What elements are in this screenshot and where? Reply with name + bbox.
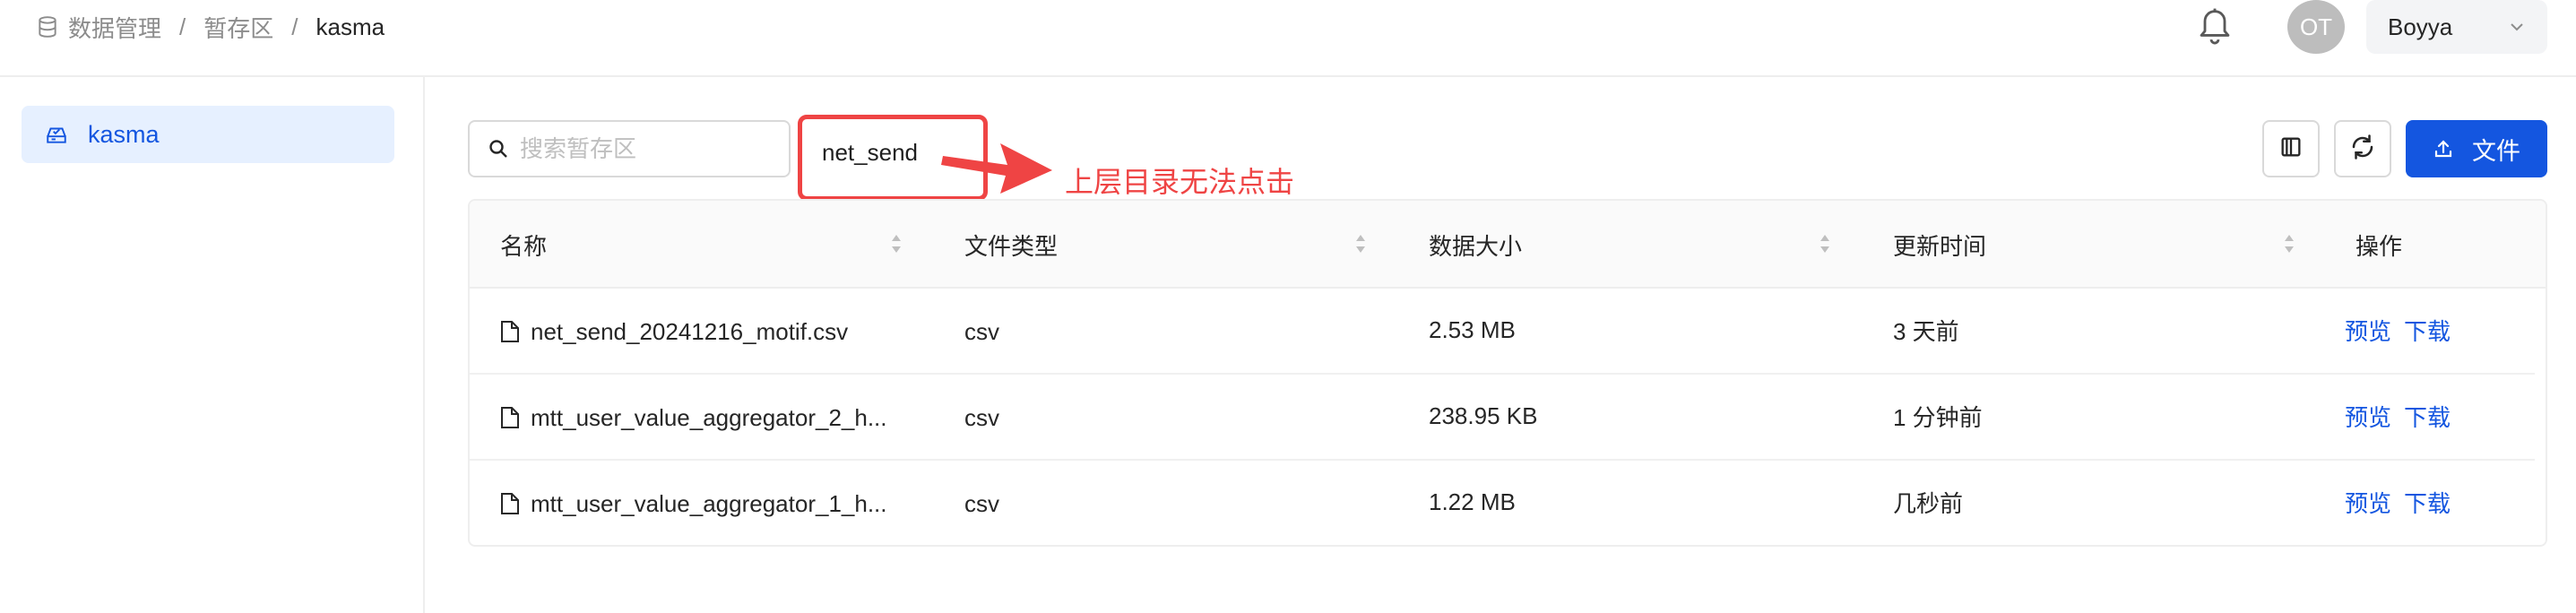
upload-file-button[interactable]: 文件 xyxy=(2406,120,2547,177)
breadcrumb-separator: / xyxy=(291,13,298,40)
column-header-name[interactable]: 名称 xyxy=(500,201,547,289)
breadcrumb-separator: / xyxy=(179,13,186,40)
user-select[interactable]: Boyya xyxy=(2366,0,2547,54)
search-input[interactable] xyxy=(520,134,780,163)
preview-link[interactable]: 预览 xyxy=(2345,314,2391,347)
file-updated: 1 分钟前 xyxy=(1893,403,1983,431)
annotation-arrow xyxy=(941,143,1052,194)
download-link[interactable]: 下载 xyxy=(2404,400,2451,433)
sort-icon[interactable] xyxy=(889,231,903,256)
file-size: 1.22 MB xyxy=(1429,488,1516,515)
columns-icon xyxy=(2278,134,2304,164)
download-link[interactable]: 下载 xyxy=(2404,314,2451,347)
breadcrumb-item-staging[interactable]: 暂存区 xyxy=(203,11,273,44)
file-size: 2.53 MB xyxy=(1429,315,1516,343)
refresh-icon xyxy=(2349,134,2376,165)
file-icon xyxy=(500,406,520,429)
column-header-type[interactable]: 文件类型 xyxy=(964,201,1058,289)
bell-icon[interactable] xyxy=(2198,7,2232,47)
file-updated: 几秒前 xyxy=(1893,489,1964,517)
sidebar: kasma xyxy=(0,77,425,613)
file-name: mtt_user_value_aggregator_2_h... xyxy=(531,403,887,431)
file-icon xyxy=(500,320,520,343)
table-row: mtt_user_value_aggregator_2_h... csv 238… xyxy=(470,375,2535,461)
row-actions: 预览 下载 xyxy=(2345,287,2451,373)
breadcrumb-item-data-management[interactable]: 数据管理 xyxy=(68,11,161,44)
file-name: mtt_user_value_aggregator_1_h... xyxy=(531,489,887,517)
sort-icon[interactable] xyxy=(2282,231,2296,256)
sort-icon[interactable] xyxy=(1818,231,1832,256)
preview-link[interactable]: 预览 xyxy=(2345,486,2391,519)
file-name-cell[interactable]: mtt_user_value_aggregator_1_h... xyxy=(500,461,887,545)
search-icon xyxy=(488,138,509,160)
sort-icon[interactable] xyxy=(1353,231,1368,256)
file-type: csv xyxy=(964,317,999,345)
sidebar-item-kasma[interactable]: kasma xyxy=(22,106,394,163)
column-header-updated[interactable]: 更新时间 xyxy=(1893,201,1986,289)
row-actions: 预览 下载 xyxy=(2345,373,2451,459)
table-row: mtt_user_value_aggregator_1_h... csv 1.2… xyxy=(470,459,2535,545)
current-path-label[interactable]: net_send xyxy=(822,139,918,166)
chevron-down-icon xyxy=(2508,18,2526,36)
file-table: 名称 文件类型 数据大小 更新时间 操作 net_send_20241216_m… xyxy=(468,199,2547,547)
user-name: Boyya xyxy=(2388,13,2453,40)
breadcrumb-item-current: kasma xyxy=(316,13,385,40)
table-header: 名称 文件类型 数据大小 更新时间 操作 xyxy=(470,201,2546,289)
upload-icon xyxy=(2433,138,2454,160)
file-name-cell[interactable]: mtt_user_value_aggregator_2_h... xyxy=(500,375,887,461)
file-type: csv xyxy=(964,403,999,431)
table-row: net_send_20241216_motif.csv csv 2.53 MB … xyxy=(470,289,2535,375)
annotation-text: 上层目录无法点击 xyxy=(1065,166,1295,198)
preview-link[interactable]: 预览 xyxy=(2345,400,2391,433)
file-updated: 3 天前 xyxy=(1893,317,1959,345)
storage-icon xyxy=(45,123,68,146)
file-name-cell[interactable]: net_send_20241216_motif.csv xyxy=(500,289,848,375)
file-type: csv xyxy=(964,489,999,517)
sidebar-item-label: kasma xyxy=(88,120,160,148)
columns-button[interactable] xyxy=(2262,120,2320,177)
download-link[interactable]: 下载 xyxy=(2404,486,2451,519)
file-icon xyxy=(500,492,520,515)
column-header-size[interactable]: 数据大小 xyxy=(1429,201,1522,289)
avatar[interactable]: OT xyxy=(2287,0,2345,54)
file-name: net_send_20241216_motif.csv xyxy=(531,317,849,345)
upload-button-label: 文件 xyxy=(2472,137,2520,165)
database-icon xyxy=(36,15,59,39)
search-box[interactable] xyxy=(468,120,791,177)
breadcrumb: 数据管理 / 暂存区 / kasma xyxy=(36,11,385,43)
row-actions: 预览 下载 xyxy=(2345,459,2451,545)
file-size: 238.95 KB xyxy=(1429,401,1538,429)
top-bar: 数据管理 / 暂存区 / kasma OT Boyya xyxy=(0,0,2576,77)
refresh-button[interactable] xyxy=(2334,120,2391,177)
column-header-actions: 操作 xyxy=(2356,232,2403,260)
